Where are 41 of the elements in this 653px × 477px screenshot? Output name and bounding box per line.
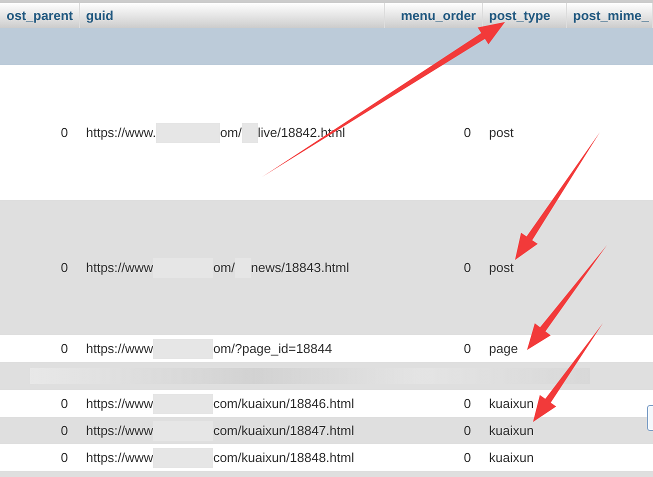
table-cell: com/kuaixun/18848.html: [213, 450, 354, 465]
table-cell: 0: [464, 396, 471, 411]
table-cell: 0: [464, 125, 471, 140]
table-cell: https://www: [86, 396, 154, 411]
table-cell: 0: [464, 450, 471, 465]
table-cell: 0: [60, 450, 68, 465]
column-header[interactable]: ost_parent: [6, 8, 73, 23]
table-cell: post: [489, 260, 514, 275]
table-cell: 0: [464, 423, 471, 438]
table-cell: 0: [60, 396, 68, 411]
column-header[interactable]: guid: [86, 8, 114, 23]
redaction-patch: [153, 394, 214, 414]
column-header[interactable]: post_mime_: [573, 8, 649, 23]
table-cell: 0: [60, 260, 68, 275]
table-cell: 0: [60, 125, 68, 140]
table-cell: https://www: [86, 260, 154, 275]
table-cell: page: [489, 341, 518, 356]
table-cell: om/?page_id=18844: [213, 341, 332, 356]
table-cell: post: [489, 125, 514, 140]
table-cell: 0: [60, 341, 68, 356]
table-cell: kuaixun: [489, 396, 534, 411]
table-cell: https://www: [86, 423, 154, 438]
redaction-patch: [153, 338, 214, 358]
column-header[interactable]: post_type: [489, 8, 550, 23]
redaction-patch: [242, 122, 258, 142]
table-cell: 0: [464, 260, 471, 275]
table-cell: om/: [213, 260, 235, 275]
column-header[interactable]: menu_order: [400, 8, 476, 23]
table-cell: 0: [60, 423, 68, 438]
redaction-patch: [156, 122, 220, 142]
redaction-patch: [153, 448, 214, 468]
table-cell: news/18843.html: [250, 260, 350, 275]
table-cell: com/kuaixun/18846.html: [213, 396, 354, 411]
table-cell: om/: [220, 125, 242, 140]
table-cell: kuaixun: [489, 450, 534, 465]
table-cell: https://www.: [86, 125, 156, 140]
table-cell: 0: [464, 341, 471, 356]
table-cell: https://www: [86, 450, 154, 465]
table-cell: kuaixun: [489, 423, 534, 438]
table-cell: https://www: [86, 341, 154, 356]
table-cell: com/kuaixun/18847.html: [213, 423, 354, 438]
